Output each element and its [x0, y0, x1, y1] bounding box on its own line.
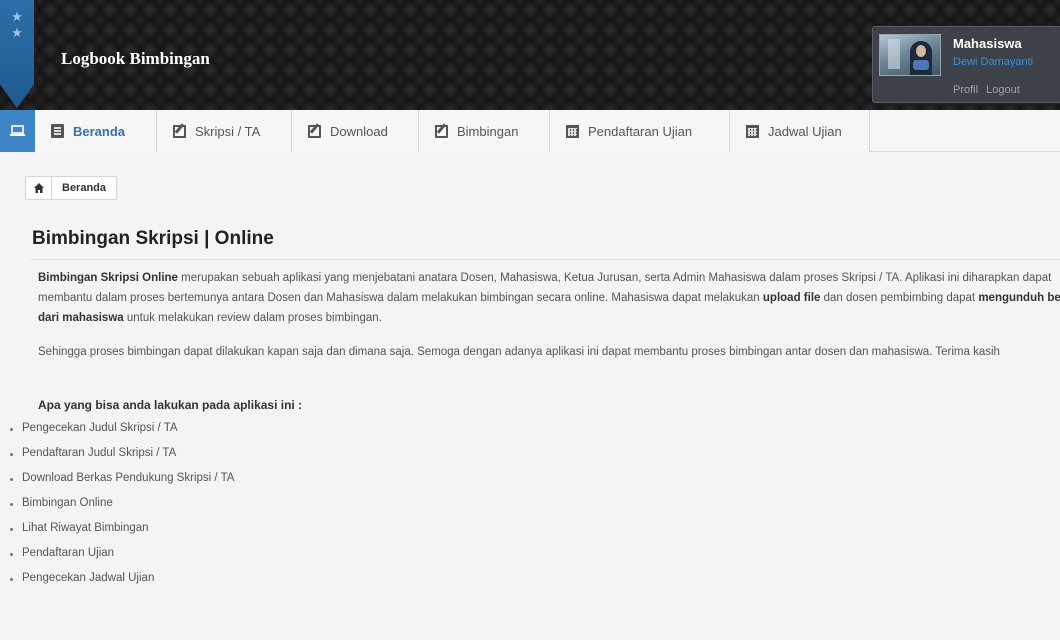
list-item: Pendaftaran Judul Skripsi / TA: [0, 441, 234, 466]
intro-text: dan dosen pembimbing dapat: [820, 292, 979, 304]
calendar-icon: [566, 124, 579, 138]
tab-label: Jadwal Ujian: [768, 123, 842, 139]
tab-pendaftaran-ujian[interactable]: Pendaftaran Ujian: [550, 110, 730, 152]
intro-bold-app-name: Bimbingan Skripsi Online: [38, 272, 178, 284]
nav-home-button[interactable]: [0, 110, 35, 152]
breadcrumb: Beranda: [25, 176, 118, 200]
tab-label: Bimbingan: [457, 123, 519, 139]
tab-beranda[interactable]: Beranda: [35, 110, 157, 152]
list-item: Pengecekan Judul Skripsi / TA: [0, 416, 234, 441]
list-item: Bimbingan Online: [0, 491, 234, 516]
list-item: Download Berkas Pendukung Skripsi / TA: [0, 466, 234, 491]
intro-paragraph: Bimbingan Skripsi Online merupakan sebua…: [38, 268, 1060, 328]
tab-label: Skripsi / TA: [195, 123, 261, 139]
user-role: Mahasiswa: [953, 36, 1022, 51]
tab-jadwal-ujian[interactable]: Jadwal Ujian: [730, 110, 870, 152]
features-heading: Apa yang bisa anda lakukan pada aplikasi…: [38, 398, 303, 412]
app-title[interactable]: Logbook Bimbingan: [61, 49, 210, 69]
avatar[interactable]: [879, 34, 941, 76]
user-panel: Mahasiswa Dewi Damayanti Profil Logout: [872, 26, 1060, 103]
bookmark-ribbon: ★ ★: [0, 0, 34, 108]
tab-label: Download: [330, 123, 388, 139]
closing-paragraph: Sehingga proses bimbingan dapat dilakuka…: [38, 346, 1000, 358]
document-icon: [51, 124, 64, 138]
page-title: Bimbingan Skripsi | Online: [32, 228, 274, 249]
logout-link[interactable]: Logout: [986, 84, 1020, 96]
list-item: Pengecekan Jadwal Ujian: [0, 566, 234, 591]
divider: [30, 259, 1060, 260]
tab-bimbingan[interactable]: Bimbingan: [419, 110, 550, 152]
breadcrumb-home[interactable]: [26, 177, 52, 199]
top-header: ★ ★ Logbook Bimbingan Mahasiswa Dewi Dam…: [0, 0, 1060, 110]
edit-icon: [308, 124, 321, 138]
star-icon: ★: [11, 25, 23, 40]
laptop-icon: [10, 125, 25, 136]
tab-label: Beranda: [73, 123, 126, 139]
user-links: Profil Logout: [953, 84, 1025, 96]
home-icon: [33, 183, 44, 193]
tab-skripsi-ta[interactable]: Skripsi / TA: [157, 110, 292, 152]
edit-icon: [173, 124, 186, 138]
list-item: Pendaftaran Ujian: [0, 541, 234, 566]
main-nav: Beranda Skripsi / TA Download Bimbingan …: [0, 110, 1060, 152]
tab-download[interactable]: Download: [292, 110, 419, 152]
intro-text: untuk melakukan review dalam proses bimb…: [123, 312, 382, 324]
edit-icon: [435, 124, 448, 138]
features-list: Pengecekan Judul Skripsi / TA Pendaftara…: [0, 416, 234, 591]
user-name[interactable]: Dewi Damayanti: [953, 56, 1033, 68]
intro-bold-upload: upload file: [762, 292, 821, 304]
star-icon: ★: [11, 9, 23, 24]
calendar-icon: [746, 124, 759, 138]
profile-link[interactable]: Profil: [953, 84, 978, 96]
list-item: Lihat Riwayat Bimbingan: [0, 516, 234, 541]
tab-label: Pendaftaran Ujian: [588, 123, 693, 139]
breadcrumb-current[interactable]: Beranda: [52, 177, 116, 199]
